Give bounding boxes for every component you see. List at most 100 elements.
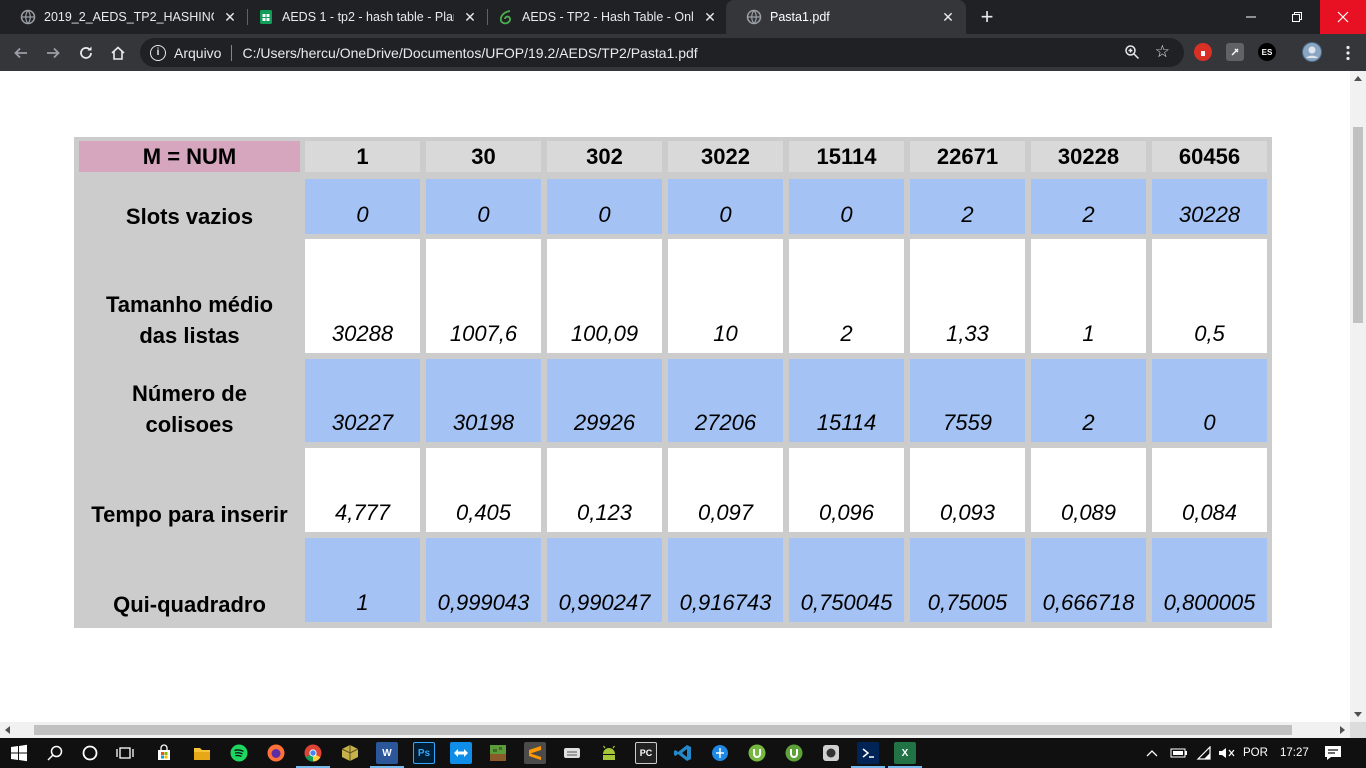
tab-pasta1-pdf[interactable]: Pasta1.pdf ✕ xyxy=(726,0,966,34)
bookmark-star-icon[interactable]: ☆ xyxy=(1155,42,1170,62)
network-app-icon[interactable] xyxy=(561,742,583,764)
row-label: Slots vazios xyxy=(79,179,300,234)
table-cell: 1,33 xyxy=(910,239,1025,353)
show-hidden-icons-icon[interactable] xyxy=(1146,738,1158,768)
teamviewer-icon[interactable] xyxy=(450,742,472,764)
column-header: 22671 xyxy=(910,141,1025,172)
scroll-down-arrow-icon[interactable] xyxy=(1354,712,1362,717)
close-tab-icon[interactable]: ✕ xyxy=(222,9,238,25)
explorer-icon[interactable] xyxy=(191,742,213,764)
column-header: 3022 xyxy=(668,141,783,172)
scroll-left-arrow-icon[interactable] xyxy=(5,726,10,734)
vscode-icon[interactable] xyxy=(672,742,694,764)
close-window-button[interactable] xyxy=(1320,0,1366,34)
tab-title: AEDS - TP2 - Hash Table - Online xyxy=(522,10,694,24)
hash-table-results: M = NUM 1 30 302 3022 15114 22671 30228 60456 S… xyxy=(74,137,1272,628)
table-cell: 2 xyxy=(1031,359,1146,442)
task-view-icon[interactable] xyxy=(114,742,136,764)
es-extension-icon[interactable]: ES xyxy=(1258,43,1276,61)
tab-title: AEDS 1 - tp2 - hash table - Planilhas Go… xyxy=(282,10,454,24)
address-bar[interactable]: i Arquivo C:/Users/hercu/OneDrive/Docume… xyxy=(140,38,1184,67)
row-label: Tempo para inserir xyxy=(79,448,300,532)
forward-button[interactable] xyxy=(39,39,67,67)
tab-overleaf[interactable]: AEDS - TP2 - Hash Table - Online ✕ xyxy=(478,0,728,34)
scroll-right-arrow-icon[interactable] xyxy=(1340,726,1345,734)
menu-button[interactable] xyxy=(1334,39,1362,67)
tab-2019-aeds-pdf[interactable]: 2019_2_AEDS_TP2_HASHING.pdf ✕ xyxy=(0,0,248,34)
firefox-icon[interactable] xyxy=(265,742,287,764)
utorrent2-icon[interactable] xyxy=(783,742,805,764)
table-cell: 0,666718 xyxy=(1031,538,1146,622)
horizontal-scrollbar[interactable] xyxy=(0,722,1350,738)
row-label: Tamanho médio das listas xyxy=(79,239,300,353)
table-cell: 0 xyxy=(668,179,783,234)
back-button[interactable] xyxy=(7,39,35,67)
sheets-icon xyxy=(258,9,274,25)
search-icon[interactable] xyxy=(44,742,66,764)
table-cell: 0 xyxy=(305,179,420,234)
pc-icon[interactable]: PC xyxy=(635,742,657,764)
close-tab-icon[interactable]: ✕ xyxy=(702,9,718,25)
table-cell: 30228 xyxy=(1152,179,1267,234)
excel-icon[interactable]: X xyxy=(888,742,922,768)
restore-button[interactable] xyxy=(1274,0,1320,34)
minimize-button[interactable] xyxy=(1228,0,1274,34)
table-cell: 1007,6 xyxy=(426,239,541,353)
pin-extension-icon[interactable] xyxy=(1226,43,1244,61)
windows-start-icon[interactable] xyxy=(8,742,30,764)
language-indicator[interactable]: POR xyxy=(1243,738,1268,768)
android-icon[interactable] xyxy=(598,742,620,764)
column-header: 60456 xyxy=(1152,141,1267,172)
chrome-icon[interactable] xyxy=(296,742,330,768)
spotify-icon[interactable] xyxy=(228,742,250,764)
table-cell: 0,405 xyxy=(426,448,541,532)
powershell-icon[interactable] xyxy=(851,742,885,768)
adblock-extension-icon[interactable] xyxy=(1194,43,1212,61)
globe-icon xyxy=(20,9,36,25)
sublime-icon[interactable] xyxy=(524,742,546,764)
table-cell: 30198 xyxy=(426,359,541,442)
action-center-icon[interactable] xyxy=(1324,738,1342,768)
vertical-scroll-thumb[interactable] xyxy=(1353,127,1363,323)
close-tab-icon[interactable]: ✕ xyxy=(940,9,956,25)
table-cell: 2 xyxy=(1031,179,1146,234)
browser-tab-strip: 2019_2_AEDS_TP2_HASHING.pdf ✕ AEDS 1 - t… xyxy=(0,0,1366,34)
tab-title: Pasta1.pdf xyxy=(770,10,830,24)
table-cell: 0,916743 xyxy=(668,538,783,622)
store-icon[interactable] xyxy=(153,742,175,764)
reload-button[interactable] xyxy=(72,39,100,67)
vertical-scrollbar[interactable] xyxy=(1350,71,1366,722)
reload-icon xyxy=(80,46,92,59)
wifi-icon[interactable] xyxy=(1196,738,1212,768)
new-tab-button[interactable]: + xyxy=(974,4,1000,30)
column-header: 1 xyxy=(305,141,420,172)
sketchup-icon[interactable] xyxy=(339,742,361,764)
volume-muted-icon[interactable] xyxy=(1218,738,1236,768)
column-header: 30228 xyxy=(1031,141,1146,172)
obs-icon[interactable] xyxy=(820,742,842,764)
scroll-up-arrow-icon[interactable] xyxy=(1354,76,1362,81)
tab-google-sheets[interactable]: AEDS 1 - tp2 - hash table - Planilhas Go… xyxy=(238,0,488,34)
table-cell: 0,096 xyxy=(789,448,904,532)
horizontal-scroll-thumb[interactable] xyxy=(34,725,1292,735)
photoshop-icon[interactable]: Ps xyxy=(413,742,435,764)
zoom-icon[interactable] xyxy=(1124,44,1140,63)
table-cell: 0,089 xyxy=(1031,448,1146,532)
table-cell: 0 xyxy=(789,179,904,234)
info-icon[interactable]: i xyxy=(150,44,166,61)
cortana-icon[interactable] xyxy=(79,742,101,764)
table-cell: 100,09 xyxy=(547,239,662,353)
globe-app-icon[interactable] xyxy=(709,742,731,764)
profile-avatar-icon[interactable] xyxy=(1302,42,1322,62)
home-button[interactable] xyxy=(104,39,132,67)
table-cell: 0,5 xyxy=(1152,239,1267,353)
minecraft-icon[interactable] xyxy=(487,742,509,764)
browser-toolbar: i Arquivo C:/Users/hercu/OneDrive/Docume… xyxy=(0,34,1366,71)
utorrent-icon[interactable] xyxy=(746,742,768,764)
battery-icon[interactable] xyxy=(1170,738,1188,768)
close-tab-icon[interactable]: ✕ xyxy=(462,9,478,25)
clock[interactable]: 17:27 xyxy=(1280,738,1309,768)
word-icon[interactable]: W xyxy=(370,742,404,768)
url-text[interactable]: C:/Users/hercu/OneDrive/Documentos/UFOP/… xyxy=(242,45,697,61)
omnibox-divider xyxy=(231,44,233,61)
